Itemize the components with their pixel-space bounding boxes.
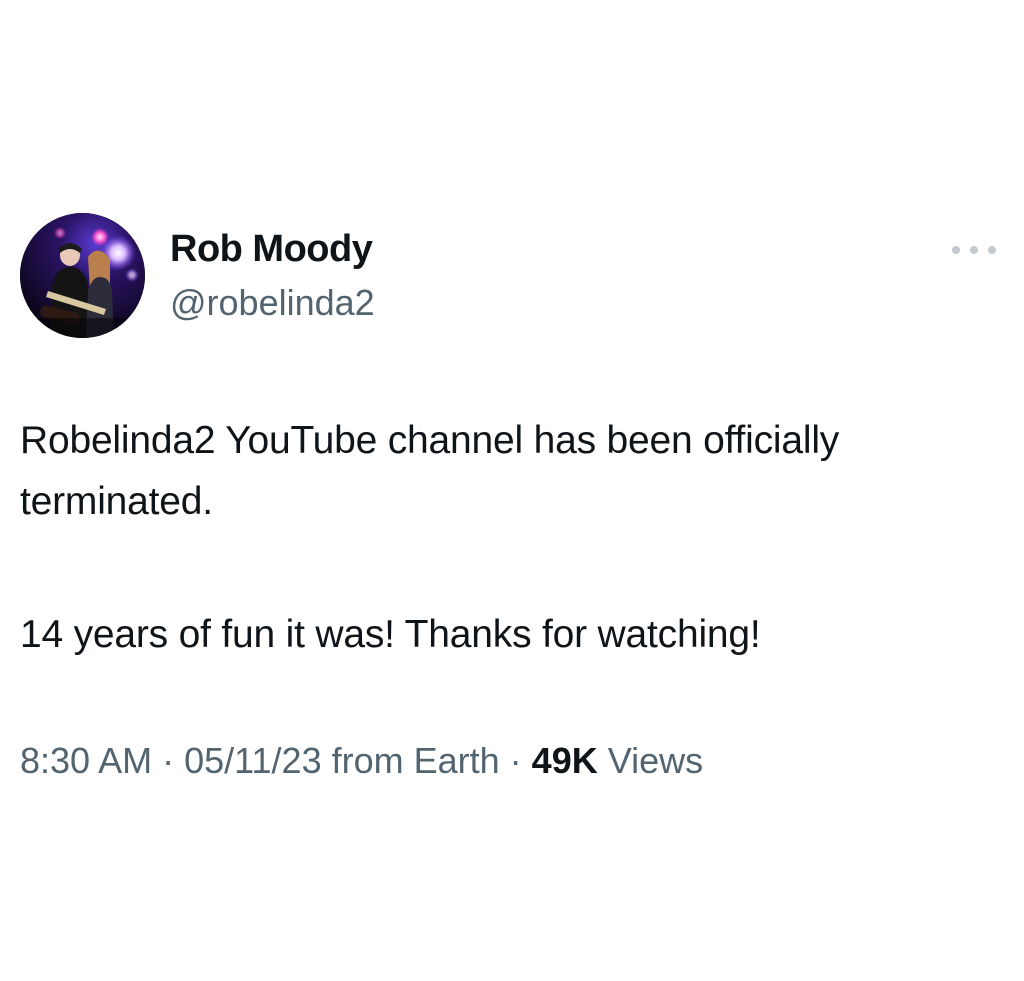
tweet-paragraph-2: 14 years of fun it was! Thanks for watch… <box>20 613 761 656</box>
more-dot-icon <box>988 246 996 254</box>
meta-separator: · <box>162 740 175 781</box>
tweet-date-source: 05/11/23 from Earth <box>184 740 500 781</box>
views-count[interactable]: 49K <box>532 740 598 781</box>
author-name[interactable]: Rob Moody <box>170 228 373 271</box>
views-label: Views <box>607 740 704 781</box>
tweet-time[interactable]: 8:30 AM <box>20 740 152 781</box>
tweet-paragraph-1: Robelinda2 YouTube channel has been offi… <box>20 419 840 523</box>
tweet-metadata: 8:30 AM · 05/11/23 from Earth · 49K View… <box>20 740 703 782</box>
more-dot-icon <box>970 246 978 254</box>
author-handle[interactable]: @robelinda2 <box>170 282 375 324</box>
meta-separator: · <box>509 740 522 781</box>
more-dot-icon <box>952 246 960 254</box>
profile-avatar[interactable] <box>20 213 145 338</box>
tweet-card: Rob Moody @robelinda2 Robelinda2 YouTube… <box>0 0 1024 981</box>
avatar-photo <box>20 213 145 338</box>
more-horizontal-icon[interactable] <box>952 240 996 260</box>
